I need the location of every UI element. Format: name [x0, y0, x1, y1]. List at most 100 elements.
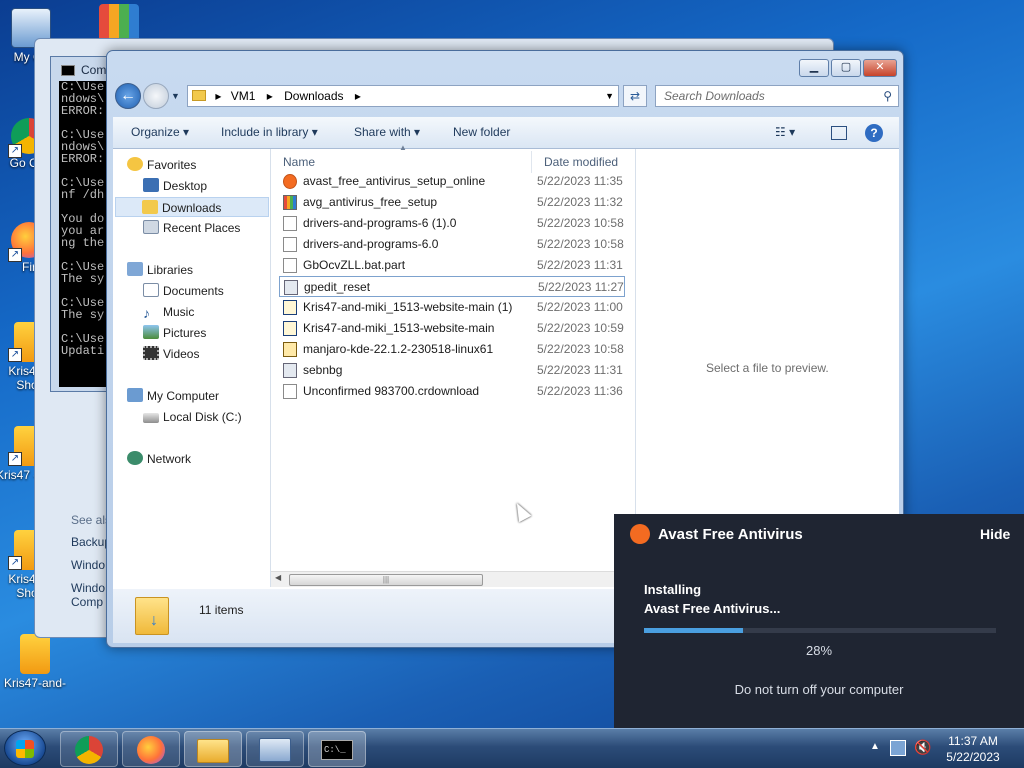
start-button[interactable] — [4, 730, 46, 766]
desktop-icon-kris47-and[interactable]: Kris47-and- — [0, 634, 70, 690]
file-row[interactable]: manjaro-kde-22.1.2-230518-linux61 5/22/20… — [279, 339, 625, 360]
file-row[interactable]: Kris47-and-miki_1513-website-main 5/22/20… — [279, 318, 625, 339]
nav-videos[interactable]: Videos — [143, 344, 199, 364]
file-row[interactable]: avg_antivirus_free_setup 5/22/2023 11:32 — [279, 192, 625, 213]
file-date-modified: 5/22/2023 11:36 — [537, 384, 623, 398]
minimize-button[interactable]: ▁ — [799, 59, 829, 77]
file-row[interactable]: GbOcvZLL.bat.part 5/22/2023 11:31 — [279, 255, 625, 276]
file-row[interactable]: drivers-and-programs-6.0 5/22/2023 10:58 — [279, 234, 625, 255]
nav-documents[interactable]: Documents — [143, 281, 224, 301]
file-name: avg_antivirus_free_setup — [303, 195, 438, 209]
file-row[interactable]: gpedit_reset 5/22/2023 11:27 — [279, 276, 625, 297]
cmd-title-icon — [61, 65, 75, 76]
file-row[interactable]: sebnbg 5/22/2023 11:31 — [279, 360, 625, 381]
avast-logo-icon — [630, 524, 650, 544]
search-input[interactable]: Search Downloads ⚲ — [655, 85, 899, 107]
taskbar-firefox[interactable] — [122, 731, 180, 767]
shortcut-arrow-icon: ↗ — [8, 348, 22, 362]
folder-icon — [197, 739, 229, 763]
pictures-icon — [143, 325, 159, 339]
file-name: avast_free_antivirus_setup_online — [303, 174, 486, 188]
file-list: ▲ Name Date modified avast_free_antiviru… — [271, 143, 633, 587]
nav-network[interactable]: Network — [127, 449, 191, 469]
sort-arrow-icon: ▲ — [399, 143, 407, 152]
new-folder-button[interactable]: New folder — [453, 125, 510, 139]
media-file-icon — [20, 634, 50, 674]
share-with-button[interactable]: Share with ▾ — [354, 125, 420, 139]
nav-my-computer[interactable]: My Computer — [127, 386, 219, 406]
file-date-modified: 5/22/2023 10:58 — [537, 216, 624, 230]
file-row[interactable]: Kris47-and-miki_1513-website-main (1) 5/2… — [279, 297, 625, 318]
column-header-name[interactable]: Name — [283, 155, 315, 169]
show-hidden-icons-button[interactable]: ▲ — [870, 741, 880, 752]
preview-pane-icon[interactable] — [831, 126, 847, 140]
file-row[interactable]: drivers-and-programs-6 (1).0 5/22/2023 10… — [279, 213, 625, 234]
taskbar-cmd[interactable]: C:\_ — [308, 731, 366, 767]
breadcrumb-downloads[interactable]: Downloads — [284, 89, 343, 103]
taskbar-chrome[interactable] — [60, 731, 118, 767]
include-in-library-button[interactable]: Include in library ▾ — [221, 125, 318, 139]
computer-icon — [127, 388, 143, 402]
bg-link-windows-2[interactable]: Windo Comp — [71, 581, 111, 609]
hide-button[interactable]: Hide — [980, 526, 1010, 542]
download-arrow-icon: ↓ — [150, 612, 158, 629]
windows-logo-icon — [16, 740, 34, 758]
nav-downloads[interactable]: Downloads — [115, 197, 269, 217]
blank-file-icon — [283, 384, 297, 399]
file-name: Kris47-and-miki_1513-website-main (1) — [303, 300, 513, 314]
file-row[interactable]: Unconfirmed 983700.crdownload 5/22/2023 1… — [279, 381, 625, 402]
shortcut-arrow-icon: ↗ — [8, 556, 22, 570]
nav-pictures[interactable]: Pictures — [143, 323, 206, 343]
maximize-button[interactable]: ▢ — [831, 59, 861, 77]
organize-button[interactable]: Organize ▾ — [131, 125, 189, 139]
file-row[interactable]: avast_free_antivirus_setup_online 5/22/20… — [279, 171, 625, 192]
nav-libraries[interactable]: Libraries — [127, 260, 193, 280]
address-dropdown-icon[interactable]: ▼ — [605, 86, 614, 106]
view-options-icon[interactable]: ☷ ▾ — [775, 125, 795, 139]
recent-pages-dropdown[interactable]: ▼ — [171, 91, 180, 101]
file-date-modified: 5/22/2023 10:59 — [537, 321, 624, 335]
progress-percent: 28% — [805, 643, 833, 658]
volume-muted-icon[interactable]: 🔇 — [914, 739, 931, 756]
install-status-line2: Avast Free Antivirus... — [644, 601, 781, 616]
breadcrumb-vm1[interactable]: VM1 — [231, 89, 256, 103]
nav-music[interactable]: ♪ Music — [143, 302, 194, 322]
downloads-folder-icon — [142, 200, 158, 214]
avast-install-popup: Avast Free Antivirus Hide Installing Ava… — [614, 514, 1024, 728]
horizontal-scrollbar[interactable]: ◀ ||| — [271, 571, 633, 587]
nav-recent-places[interactable]: Recent Places — [143, 218, 240, 238]
bg-link-windows-1[interactable]: Windo — [71, 558, 105, 572]
install-status-line1: Installing — [644, 582, 702, 597]
back-button[interactable]: ← — [115, 83, 141, 109]
iso-icon — [283, 342, 297, 357]
close-button[interactable]: ✕ — [863, 59, 897, 77]
network-tray-icon[interactable] — [890, 740, 906, 756]
file-name: Unconfirmed 983700.crdownload — [303, 384, 480, 398]
file-name: manjaro-kde-22.1.2-230518-linux61 — [303, 342, 494, 356]
cmd-icon: C:\_ — [321, 740, 353, 760]
nav-favorites[interactable]: Favorites — [127, 155, 196, 175]
shortcut-arrow-icon: ↗ — [8, 144, 22, 158]
address-bar[interactable]: ▸ VM1 ▸ Downloads ▸ ▼ — [187, 85, 619, 107]
forward-button[interactable] — [143, 83, 169, 109]
blank-file-icon — [283, 258, 297, 273]
taskbar-explorer[interactable] — [184, 731, 242, 767]
clock-time[interactable]: 11:37 AM — [940, 734, 1006, 748]
scroll-left-icon[interactable]: ◀ — [275, 573, 281, 582]
scrollbar-thumb[interactable]: ||| — [289, 574, 483, 586]
taskbar-control-panel[interactable] — [246, 731, 304, 767]
clock-date[interactable]: 5/22/2023 — [940, 750, 1006, 764]
zip-icon — [283, 300, 297, 315]
nav-desktop[interactable]: Desktop — [143, 176, 207, 196]
file-date-modified: 5/22/2023 11:31 — [537, 363, 623, 377]
column-header-date-modified[interactable]: Date modified — [544, 155, 618, 169]
file-date-modified: 5/22/2023 11:00 — [537, 300, 623, 314]
gear-file-icon — [284, 280, 298, 295]
blank-file-icon — [283, 216, 297, 231]
folder-icon — [192, 90, 206, 101]
refresh-button[interactable]: ⇄ — [623, 85, 647, 107]
nav-local-disk[interactable]: Local Disk (C:) — [143, 407, 242, 427]
help-icon[interactable]: ? — [865, 124, 883, 142]
firefox-icon — [137, 736, 165, 764]
file-name: Kris47-and-miki_1513-website-main — [303, 321, 495, 335]
